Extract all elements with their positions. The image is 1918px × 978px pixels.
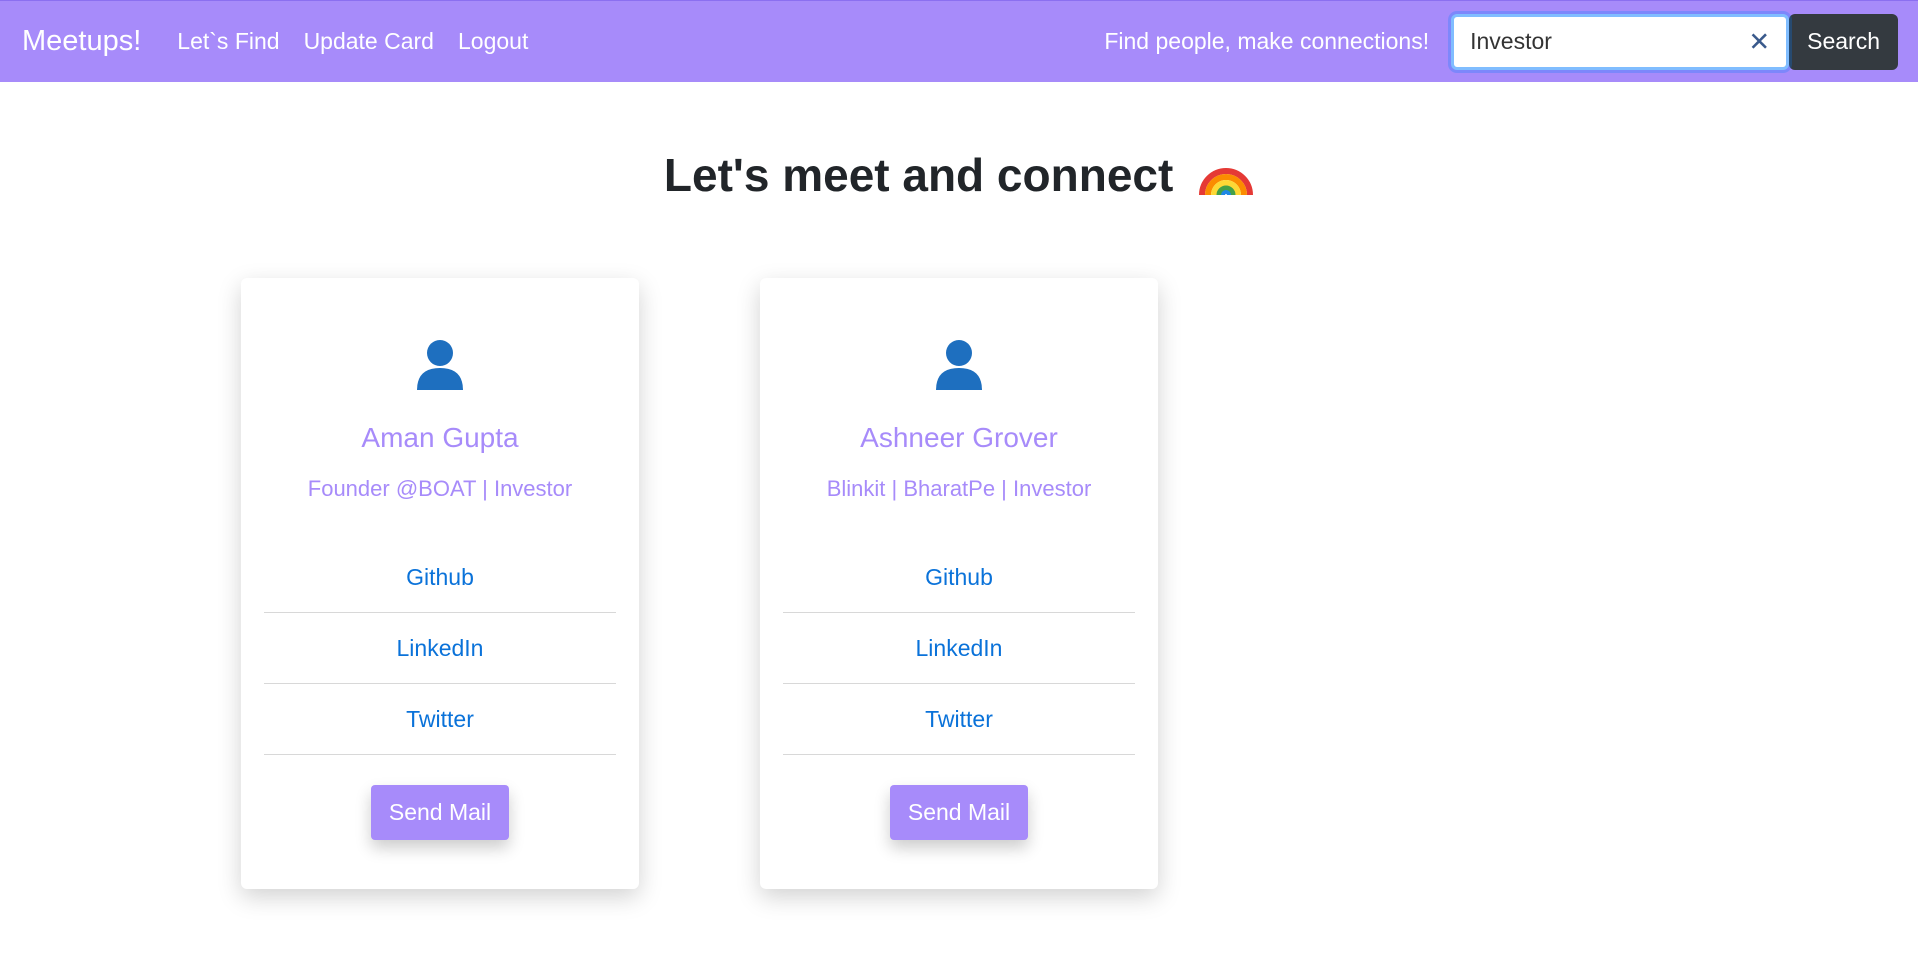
search-field-wrapper: ✕ xyxy=(1451,13,1790,70)
linkedin-link[interactable]: LinkedIn xyxy=(783,613,1135,684)
top-navbar: Meetups! Let`s Find Update Card Logout F… xyxy=(0,0,1918,82)
brand-logo[interactable]: Meetups! xyxy=(22,25,141,58)
navbar-tagline: Find people, make connections! xyxy=(1104,28,1430,54)
avatar xyxy=(241,338,639,394)
close-icon[interactable]: ✕ xyxy=(1748,26,1770,57)
send-mail-button[interactable]: Send Mail xyxy=(370,785,510,840)
card-role: Founder @BOAT | Investor xyxy=(307,476,573,501)
profile-card: Ashneer Grover Blinkit | BharatPe | Inve… xyxy=(760,278,1158,889)
linkedin-link[interactable]: LinkedIn xyxy=(264,613,616,684)
avatar xyxy=(760,338,1158,394)
github-link[interactable]: Github xyxy=(783,542,1135,613)
card-name: Aman Gupta xyxy=(361,422,519,453)
user-silhouette-icon xyxy=(417,340,463,390)
card-links-list: Github LinkedIn Twitter xyxy=(783,542,1135,755)
page-title: Let's meet and connect xyxy=(0,148,1918,207)
twitter-link[interactable]: Twitter xyxy=(783,684,1135,755)
nav-link-logout[interactable]: Logout xyxy=(458,28,528,55)
search-input[interactable] xyxy=(1454,27,1743,56)
page-title-text: Let's meet and connect xyxy=(663,149,1174,201)
github-link[interactable]: Github xyxy=(264,542,616,613)
card-name: Ashneer Grover xyxy=(860,422,1058,453)
send-mail-button[interactable]: Send Mail xyxy=(889,785,1029,840)
rainbow-icon xyxy=(1199,167,1254,196)
user-silhouette-icon xyxy=(936,340,982,390)
search-button[interactable]: Search xyxy=(1789,13,1898,70)
nav-link-update-card[interactable]: Update Card xyxy=(304,28,434,55)
nav-link-lets-find[interactable]: Let`s Find xyxy=(177,28,279,55)
card-role: Blinkit | BharatPe | Investor xyxy=(826,476,1092,501)
twitter-link[interactable]: Twitter xyxy=(264,684,616,755)
card-links-list: Github LinkedIn Twitter xyxy=(264,542,616,755)
profile-card: Aman Gupta Founder @BOAT | Investor Gith… xyxy=(241,278,639,889)
